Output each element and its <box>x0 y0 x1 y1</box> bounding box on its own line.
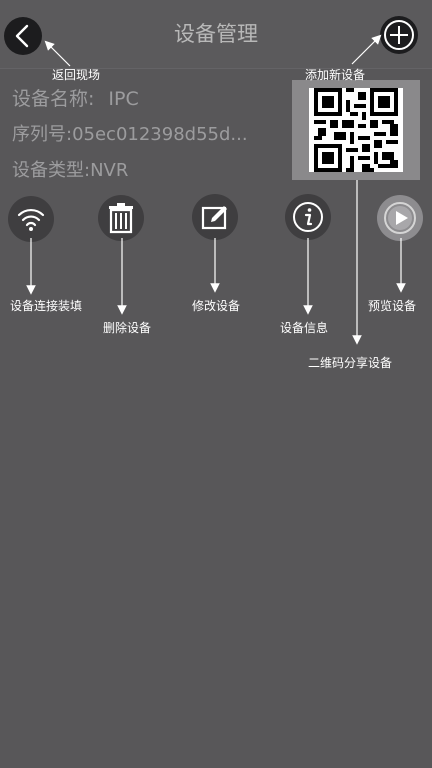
add-annotation: 添加新设备 <box>305 68 366 82</box>
info-label: 设备信息 <box>280 321 329 335</box>
qr-annotation: 二维码分享设备 <box>308 356 393 370</box>
edit-label: 修改设备 <box>192 299 241 313</box>
annotation-arrows <box>26 34 406 345</box>
back-annotation: 返回现场 <box>52 68 101 82</box>
wifi-label: 设备连接装填 <box>10 299 83 313</box>
delete-label: 删除设备 <box>103 321 152 335</box>
preview-label: 预览设备 <box>368 299 417 313</box>
